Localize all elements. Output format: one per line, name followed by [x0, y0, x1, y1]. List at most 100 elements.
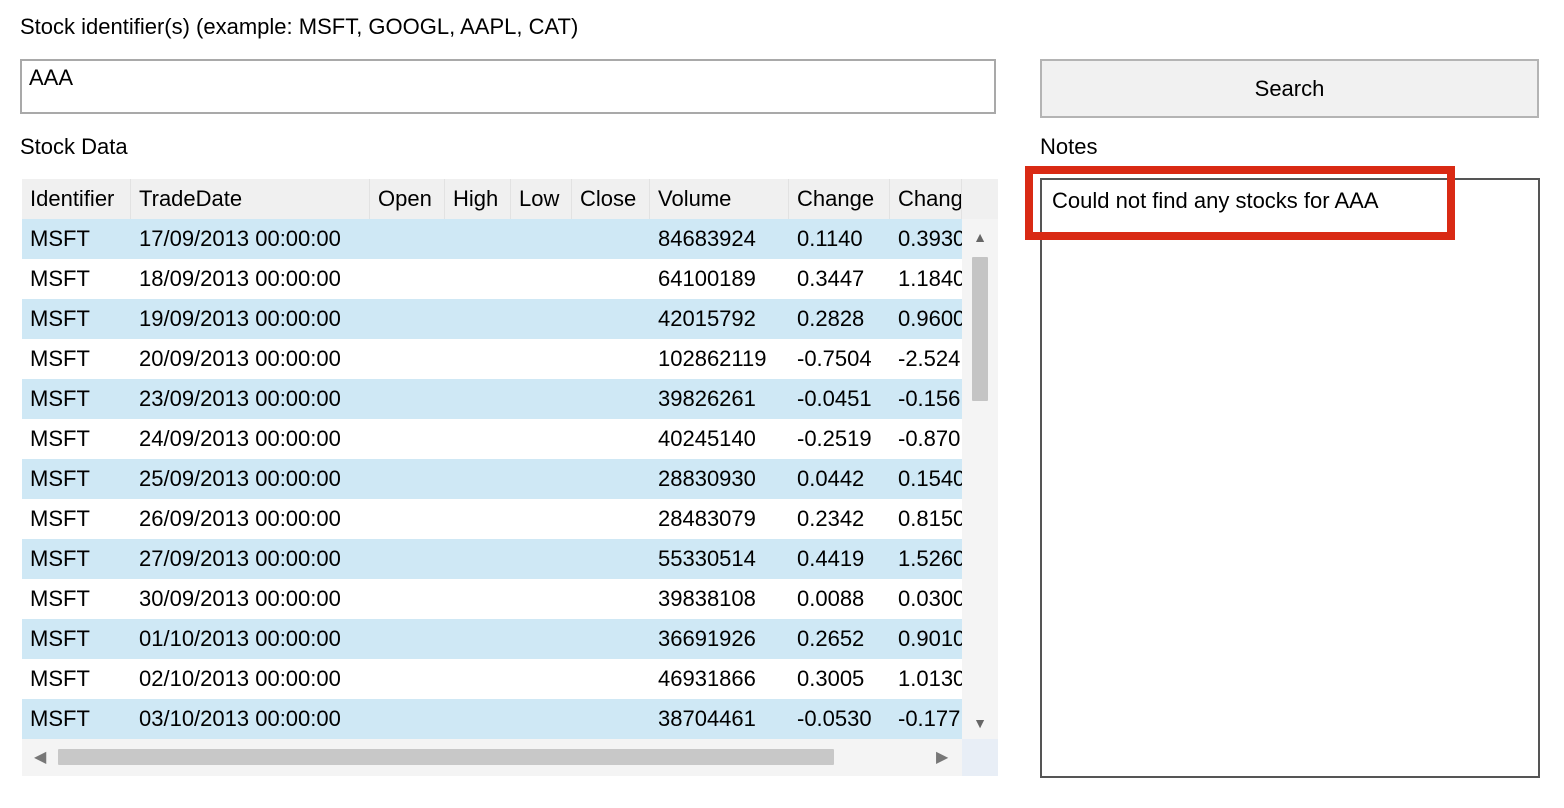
- column-header-open[interactable]: Open: [370, 179, 445, 219]
- cell-change-percent: -2.524: [898, 346, 961, 371]
- vertical-scrollbar[interactable]: ▲ ▼: [962, 219, 998, 739]
- cell-change: 0.3005: [797, 666, 865, 691]
- cell-change: -0.2519: [797, 426, 872, 451]
- cell-identifier: MSFT: [30, 506, 90, 531]
- cell-tradedate: 02/10/2013 00:00:00: [139, 666, 341, 691]
- cell-low: [511, 299, 572, 339]
- cell-change-percent: 1.0130: [898, 666, 962, 691]
- cell-close: [572, 339, 650, 379]
- cell-open: [370, 619, 445, 659]
- table-row[interactable]: MSFT 30/09/2013 00:00:00 39838108 0.0088 0.0…: [22, 579, 962, 619]
- notes-label: Notes: [1040, 134, 1098, 159]
- cell-tradedate: 24/09/2013 00:00:00: [139, 426, 341, 451]
- cell-low: [511, 379, 572, 419]
- cell-change: 0.4419: [797, 546, 865, 571]
- cell-identifier: MSFT: [30, 346, 90, 371]
- cell-volume: 46931866: [658, 666, 756, 691]
- table-row[interactable]: MSFT 01/10/2013 00:00:00 36691926 0.2652 0.9…: [22, 619, 962, 659]
- cell-low: [511, 699, 572, 739]
- table-row[interactable]: MSFT 02/10/2013 00:00:00 46931866 0.3005 1.0…: [22, 659, 962, 699]
- table-row[interactable]: MSFT 27/09/2013 00:00:00 55330514 0.4419 1.5…: [22, 539, 962, 579]
- cell-volume: 55330514: [658, 546, 756, 571]
- cell-identifier: MSFT: [30, 666, 90, 691]
- cell-close: [572, 459, 650, 499]
- notes-box[interactable]: Could not find any stocks for AAA: [1040, 178, 1540, 778]
- cell-open: [370, 499, 445, 539]
- table-row[interactable]: MSFT 24/09/2013 00:00:00 40245140 -0.2519 -0…: [22, 419, 962, 459]
- cell-high: [445, 459, 511, 499]
- search-button[interactable]: Search: [1040, 59, 1539, 118]
- cell-change-percent: 0.9600: [898, 306, 962, 331]
- cell-volume: 84683924: [658, 226, 756, 251]
- cell-change: 0.2652: [797, 626, 865, 651]
- cell-tradedate: 17/09/2013 00:00:00: [139, 226, 341, 251]
- cell-close: [572, 259, 650, 299]
- cell-close: [572, 659, 650, 699]
- cell-tradedate: 18/09/2013 00:00:00: [139, 266, 341, 291]
- column-header-overflow: [962, 179, 998, 219]
- table-row[interactable]: MSFT 18/09/2013 00:00:00 64100189 0.3447 1.1…: [22, 259, 962, 299]
- cell-identifier: MSFT: [30, 626, 90, 651]
- cell-low: [511, 219, 572, 259]
- cell-open: [370, 579, 445, 619]
- cell-low: [511, 259, 572, 299]
- cell-low: [511, 619, 572, 659]
- column-header-close[interactable]: Close: [572, 179, 650, 219]
- table-row[interactable]: MSFT 03/10/2013 00:00:00 38704461 -0.0530 -0…: [22, 699, 962, 739]
- scroll-up-icon[interactable]: ▲: [962, 229, 998, 245]
- column-header-change-percent[interactable]: Chang: [890, 179, 962, 219]
- cell-change-percent: 0.3930: [898, 226, 962, 251]
- cell-tradedate: 30/09/2013 00:00:00: [139, 586, 341, 611]
- column-header-identifier[interactable]: Identifier: [22, 179, 131, 219]
- column-header-volume[interactable]: Volume: [650, 179, 789, 219]
- stock-data-grid[interactable]: Identifier TradeDate Open High Low Close…: [22, 179, 998, 776]
- scroll-down-icon[interactable]: ▼: [962, 715, 998, 731]
- cell-tradedate: 26/09/2013 00:00:00: [139, 506, 341, 531]
- cell-close: [572, 619, 650, 659]
- cell-identifier: MSFT: [30, 386, 90, 411]
- table-row[interactable]: MSFT 26/09/2013 00:00:00 28483079 0.2342 0.8…: [22, 499, 962, 539]
- horizontal-scrollbar[interactable]: ◀ ▶: [22, 739, 962, 776]
- stock-identifier-label: Stock identifier(s) (example: MSFT, GOOG…: [20, 14, 579, 39]
- highlight-annotation: [1025, 166, 1455, 240]
- column-header-tradedate[interactable]: TradeDate: [131, 179, 370, 219]
- cell-open: [370, 259, 445, 299]
- cell-identifier: MSFT: [30, 266, 90, 291]
- stock-data-label: Stock Data: [20, 134, 128, 159]
- cell-tradedate: 20/09/2013 00:00:00: [139, 346, 341, 371]
- cell-volume: 28483079: [658, 506, 756, 531]
- column-header-low[interactable]: Low: [511, 179, 572, 219]
- cell-low: [511, 339, 572, 379]
- table-row[interactable]: MSFT 25/09/2013 00:00:00 28830930 0.0442 0.1…: [22, 459, 962, 499]
- column-header-high[interactable]: High: [445, 179, 511, 219]
- cell-change-percent: -0.156: [898, 386, 961, 411]
- cell-high: [445, 299, 511, 339]
- stock-identifier-input[interactable]: AAA: [20, 59, 996, 114]
- cell-high: [445, 219, 511, 259]
- cell-volume: 102862119: [658, 346, 767, 371]
- table-row[interactable]: MSFT 20/09/2013 00:00:00 102862119 -0.7504 -…: [22, 339, 962, 379]
- cell-open: [370, 539, 445, 579]
- table-row[interactable]: MSFT 19/09/2013 00:00:00 42015792 0.2828 0.9…: [22, 299, 962, 339]
- cell-low: [511, 579, 572, 619]
- cell-volume: 42015792: [658, 306, 756, 331]
- column-header-change[interactable]: Change: [789, 179, 890, 219]
- cell-close: [572, 219, 650, 259]
- cell-low: [511, 419, 572, 459]
- cell-high: [445, 379, 511, 419]
- cell-change-percent: 0.8150: [898, 506, 962, 531]
- cell-identifier: MSFT: [30, 306, 90, 331]
- cell-change: 0.1140: [797, 226, 863, 251]
- cell-tradedate: 19/09/2013 00:00:00: [139, 306, 341, 331]
- cell-volume: 39826261: [658, 386, 756, 411]
- cell-change: 0.2342: [797, 506, 865, 531]
- table-row[interactable]: MSFT 23/09/2013 00:00:00 39826261 -0.0451 -0…: [22, 379, 962, 419]
- cell-high: [445, 339, 511, 379]
- cell-open: [370, 419, 445, 459]
- table-row[interactable]: MSFT 17/09/2013 00:00:00 84683924 0.1140 0.3…: [22, 219, 962, 259]
- scroll-right-icon[interactable]: ▶: [936, 747, 948, 767]
- horizontal-scroll-thumb[interactable]: [58, 749, 834, 765]
- cell-change-percent: 0.9010: [898, 626, 962, 651]
- vertical-scroll-thumb[interactable]: [972, 257, 988, 401]
- scroll-left-icon[interactable]: ◀: [34, 747, 46, 767]
